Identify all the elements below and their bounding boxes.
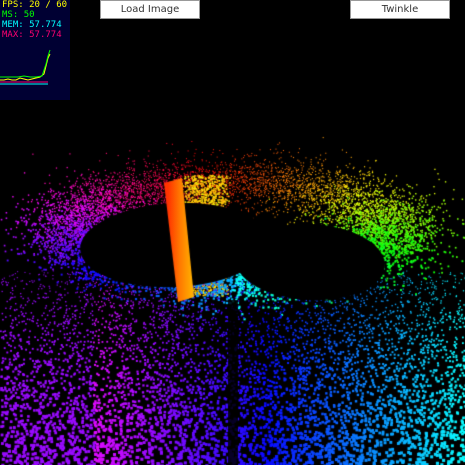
ms-stat: MS: 50: [2, 10, 70, 20]
fps-stat: FPS: 20 / 60: [2, 0, 70, 10]
mem-label: MEM:: [2, 20, 24, 30]
stats-graph: [0, 49, 51, 85]
mem-stat: MEM: 57.774: [2, 20, 70, 30]
particle-stage[interactable]: Load Image Twinkle FPS: 20 / 60 MS: 50 M…: [0, 0, 465, 465]
max-label: MAX:: [2, 30, 24, 40]
mem-value: 57.774: [29, 20, 62, 30]
twinkle-button[interactable]: Twinkle: [350, 0, 450, 19]
ms-graph-line: [0, 49, 51, 78]
fps-label: FPS:: [2, 0, 24, 10]
ms-value: 50: [23, 10, 35, 20]
fps-value: 20 / 60: [29, 0, 68, 10]
max-value: 57.774: [29, 30, 62, 40]
load-image-button[interactable]: Load Image: [100, 0, 200, 19]
max-stat: MAX: 57.774: [2, 30, 70, 40]
ms-label: MS:: [2, 10, 19, 20]
stats-panel: FPS: 20 / 60 MS: 50 MEM: 57.774 MAX: 57.…: [0, 0, 70, 100]
